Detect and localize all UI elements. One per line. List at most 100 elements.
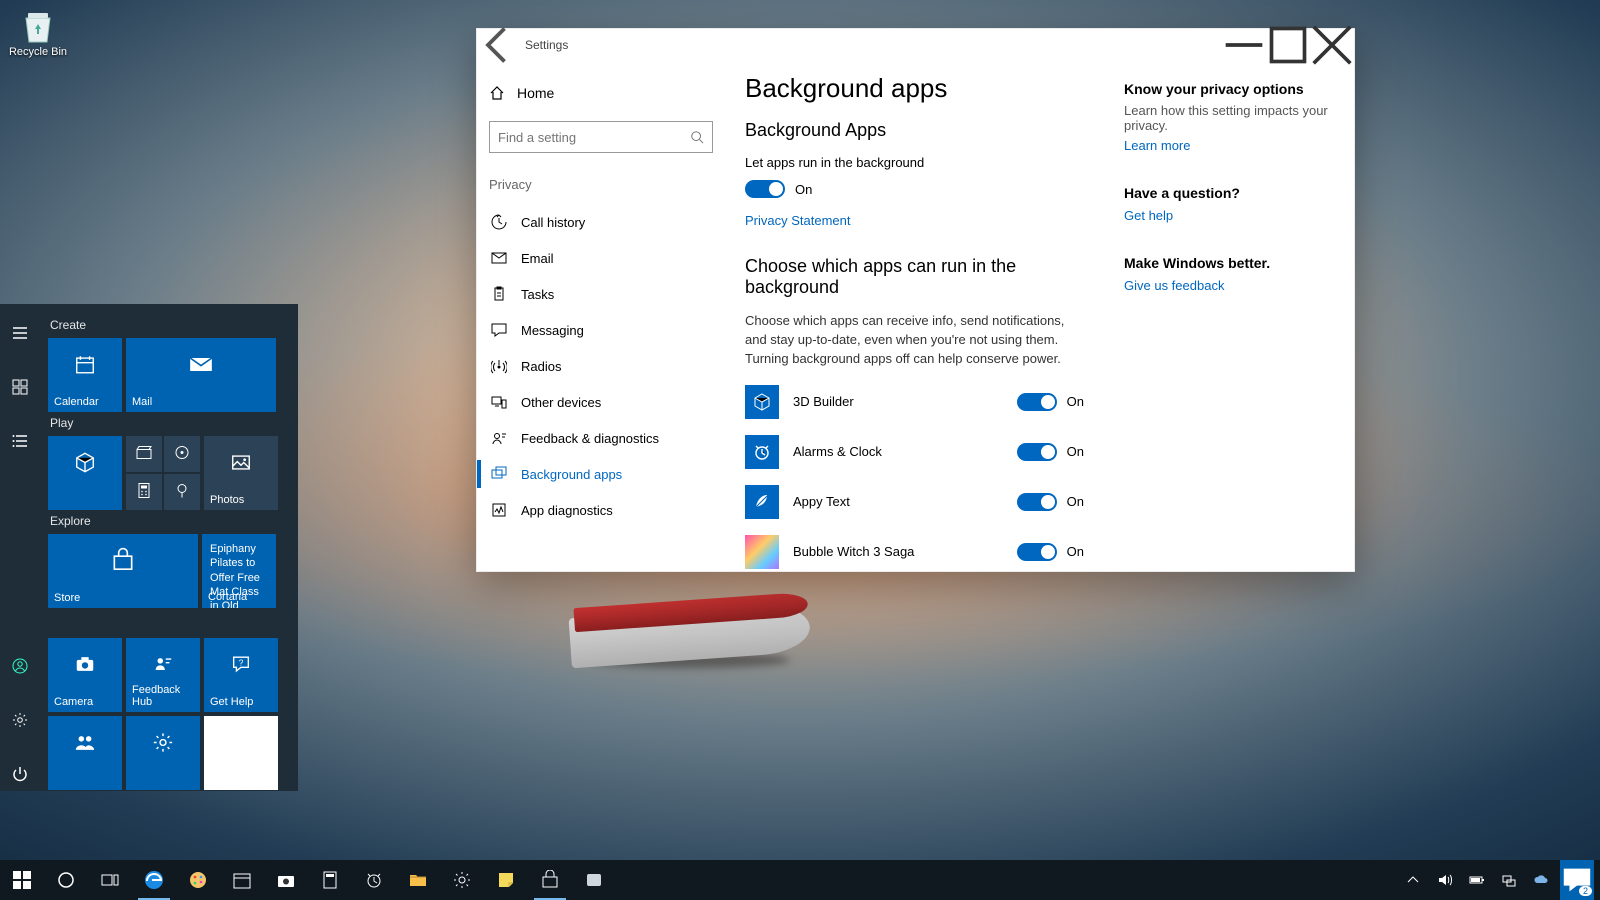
taskbar-edge[interactable]: [132, 860, 176, 900]
tray-network[interactable]: [1496, 860, 1522, 900]
nav-item-call-history[interactable]: Call history: [489, 204, 713, 240]
taskbar-app[interactable]: [572, 860, 616, 900]
nav-item-email[interactable]: Email: [489, 240, 713, 276]
nav-item-label: Other devices: [521, 395, 601, 410]
side-privacy-head: Know your privacy options: [1124, 81, 1334, 97]
nav-item-radios[interactable]: Radios: [489, 348, 713, 384]
list-icon: [12, 433, 28, 449]
tile-calendar[interactable]: Calendar: [48, 338, 122, 412]
calendar-icon: [74, 354, 96, 379]
tile-get-help[interactable]: ?Get Help: [204, 638, 278, 712]
taskbar-paint[interactable]: [176, 860, 220, 900]
tile-label: Feedback Hub: [132, 684, 200, 708]
tile-camera[interactable]: Camera: [48, 638, 122, 712]
give-feedback-link[interactable]: Give us feedback: [1124, 278, 1224, 293]
tile-label: Get Help: [210, 696, 253, 708]
action-center-button[interactable]: 2: [1560, 860, 1594, 900]
master-toggle[interactable]: [745, 180, 785, 198]
nav-item-background-apps[interactable]: Background apps: [489, 456, 713, 492]
gear-icon: [452, 870, 472, 890]
tile-calculator[interactable]: [126, 474, 162, 510]
tray-overflow[interactable]: [1400, 860, 1426, 900]
start-hamburger-button[interactable]: [0, 316, 40, 350]
app-row: Alarms & ClockOn: [745, 435, 1084, 469]
tile-label: Calendar: [54, 396, 99, 408]
tile-maps[interactable]: [164, 474, 200, 510]
app-icon: [584, 870, 604, 890]
tile-cortana[interactable]: Epiphany Pilates to Offer Free Mat Class…: [202, 534, 276, 608]
master-toggle-label: Let apps run in the background: [745, 155, 1084, 170]
settings-search[interactable]: [489, 121, 713, 153]
tile-mail[interactable]: Mail: [126, 338, 276, 412]
start-settings-button[interactable]: [0, 703, 40, 737]
tile-groove[interactable]: [164, 436, 200, 472]
start-rail: [0, 304, 40, 791]
taskbar-explorer[interactable]: [396, 860, 440, 900]
cortana-button[interactable]: [44, 860, 88, 900]
desktop-icon-recycle-bin[interactable]: Recycle Bin: [6, 6, 70, 58]
nav-item-other-devices[interactable]: Other devices: [489, 384, 713, 420]
titlebar[interactable]: Settings: [477, 29, 1354, 61]
windows-icon: [12, 870, 32, 890]
tile-store[interactable]: Store: [48, 534, 198, 608]
side-improve-head: Make Windows better.: [1124, 255, 1334, 271]
app-name: 3D Builder: [793, 394, 1003, 409]
close-button[interactable]: [1310, 29, 1354, 61]
section2-desc: Choose which apps can receive info, send…: [745, 312, 1084, 369]
privacy-statement-link[interactable]: Privacy Statement: [745, 213, 851, 228]
taskbar-calculator[interactable]: [308, 860, 352, 900]
sticky-note-icon: [496, 870, 516, 890]
app-toggle[interactable]: [1017, 543, 1057, 561]
nav-home[interactable]: Home: [489, 75, 713, 111]
maximize-button[interactable]: [1266, 29, 1310, 61]
back-button[interactable]: [477, 29, 521, 61]
tile-3d[interactable]: [48, 436, 122, 510]
tile-people[interactable]: [48, 716, 122, 790]
tile-photos[interactable]: Photos: [204, 436, 278, 510]
start-pinned-button[interactable]: [0, 370, 40, 404]
taskbar-settings[interactable]: [440, 860, 484, 900]
taskbar-sticky-notes[interactable]: [484, 860, 528, 900]
get-help-link[interactable]: Get help: [1124, 208, 1173, 223]
store-icon: [540, 870, 560, 890]
minimize-button[interactable]: [1222, 29, 1266, 61]
app-toggle[interactable]: [1017, 393, 1057, 411]
nav-item-messaging[interactable]: Messaging: [489, 312, 713, 348]
search-icon: [690, 130, 704, 144]
app-diagnostics-icon: [491, 502, 507, 518]
search-input[interactable]: [498, 130, 690, 145]
app-name: Alarms & Clock: [793, 444, 1003, 459]
tasks-icon: [491, 286, 507, 302]
taskbar: 2: [0, 860, 1600, 900]
group-label-play: Play: [50, 416, 290, 430]
nav-item-feedback[interactable]: Feedback & diagnostics: [489, 420, 713, 456]
nav-item-tasks[interactable]: Tasks: [489, 276, 713, 312]
tile-blank[interactable]: [204, 716, 278, 790]
task-view-button[interactable]: [88, 860, 132, 900]
app-icon: [745, 385, 779, 419]
app-icon: [745, 435, 779, 469]
learn-more-link[interactable]: Learn more: [1124, 138, 1190, 153]
tile-settings[interactable]: [126, 716, 200, 790]
tile-label: Store: [54, 592, 80, 604]
settings-window: Settings Home Privacy Call historyEmailT…: [476, 28, 1355, 572]
tile-label: Cortana: [208, 590, 247, 604]
tile-movies[interactable]: [126, 436, 162, 472]
gear-icon: [12, 712, 28, 728]
app-toggle[interactable]: [1017, 443, 1057, 461]
app-toggle[interactable]: [1017, 493, 1057, 511]
start-button[interactable]: [0, 860, 44, 900]
taskbar-camera[interactable]: [264, 860, 308, 900]
taskbar-store[interactable]: [528, 860, 572, 900]
tray-volume[interactable]: [1432, 860, 1458, 900]
app-row: 3D BuilderOn: [745, 385, 1084, 419]
start-all-apps-button[interactable]: [0, 424, 40, 458]
nav-item-app-diagnostics[interactable]: App diagnostics: [489, 492, 713, 528]
taskbar-calendar[interactable]: [220, 860, 264, 900]
taskbar-alarms[interactable]: [352, 860, 396, 900]
start-power-button[interactable]: [0, 757, 40, 791]
tile-feedback-hub[interactable]: Feedback Hub: [126, 638, 200, 712]
start-user-button[interactable]: [0, 649, 40, 683]
tray-onedrive[interactable]: [1528, 860, 1554, 900]
tray-battery[interactable]: [1464, 860, 1490, 900]
